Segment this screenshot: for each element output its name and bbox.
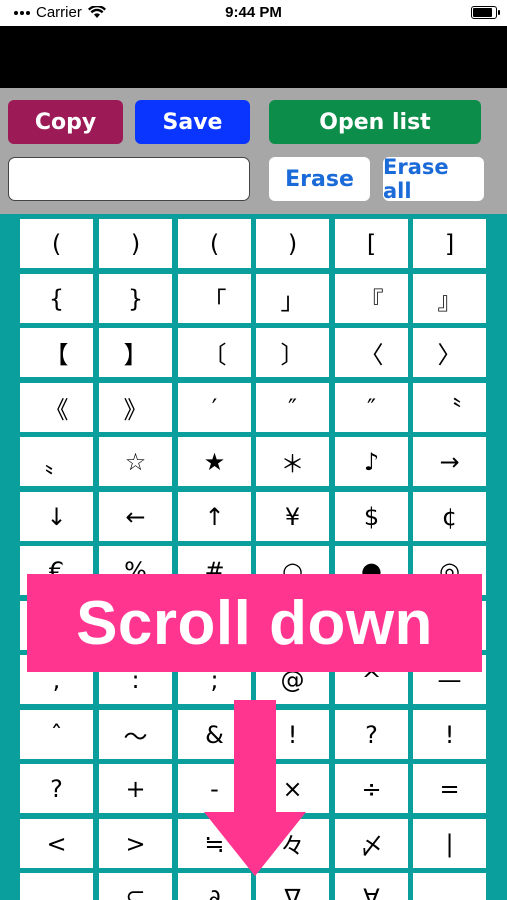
symbol-key[interactable]: $	[335, 492, 408, 541]
symbol-key[interactable]: ⊆	[99, 873, 172, 900]
open-list-button[interactable]: Open list	[269, 100, 481, 144]
symbol-key[interactable]: →	[413, 437, 486, 486]
symbol-key[interactable]: ♪	[335, 437, 408, 486]
symbol-key[interactable]: ?	[335, 710, 408, 759]
symbol-key[interactable]: 〔	[178, 328, 251, 377]
symbol-key[interactable]: ☆	[99, 437, 172, 486]
erase-button[interactable]: Erase	[269, 157, 370, 201]
symbol-key[interactable]: ″	[335, 383, 408, 432]
symbol-key[interactable]: )	[99, 219, 172, 268]
symbol-key[interactable]: ★	[178, 437, 251, 486]
symbol-text-field[interactable]	[8, 157, 250, 201]
symbol-key[interactable]: ～	[99, 710, 172, 759]
symbol-key[interactable]: ?	[20, 764, 93, 813]
symbol-key[interactable]: >	[99, 819, 172, 868]
save-button[interactable]: Save	[135, 100, 250, 144]
symbol-key[interactable]: ∀	[335, 873, 408, 900]
symbol-key[interactable]: }	[99, 274, 172, 323]
symbol-key[interactable]: )	[256, 219, 329, 268]
symbol-key[interactable]: 〆	[335, 819, 408, 868]
symbol-key[interactable]: ←	[99, 492, 172, 541]
symbol-key[interactable]: ]	[413, 219, 486, 268]
status-bar: Carrier 9:44 PM	[0, 0, 507, 26]
symbol-key[interactable]: ＊	[256, 437, 329, 486]
symbol-key[interactable]: ′	[178, 383, 251, 432]
symbol-key[interactable]: 〈	[335, 328, 408, 377]
symbol-key[interactable]: 〕	[256, 328, 329, 377]
symbol-key[interactable]: 】	[99, 328, 172, 377]
symbol-key[interactable]: {	[20, 274, 93, 323]
symbol-key[interactable]: 〟	[20, 437, 93, 486]
symbol-key[interactable]: (	[20, 219, 93, 268]
symbol-key[interactable]: ¥	[256, 492, 329, 541]
copy-button[interactable]: Copy	[8, 100, 123, 144]
symbol-key[interactable]: =	[413, 764, 486, 813]
symbol-key[interactable]: 『	[335, 274, 408, 323]
symbol-key[interactable]: ↓	[20, 492, 93, 541]
toolbar: Copy Save Open list Erase Erase all	[0, 88, 507, 214]
symbol-key[interactable]: ÷	[335, 764, 408, 813]
symbol-key[interactable]: 「	[178, 274, 251, 323]
scroll-down-banner: Scroll down	[27, 574, 482, 672]
battery-icon	[471, 6, 500, 19]
symbol-key[interactable]: (	[178, 219, 251, 268]
symbol-key[interactable]: [	[335, 219, 408, 268]
symbol-key[interactable]: 』	[413, 274, 486, 323]
symbol-key[interactable]: 》	[99, 383, 172, 432]
symbol-key[interactable]: 〉	[413, 328, 486, 377]
symbol-key[interactable]: 」	[256, 274, 329, 323]
symbol-key[interactable]: ″	[256, 383, 329, 432]
symbol-key[interactable]: !	[413, 710, 486, 759]
down-arrow-icon	[204, 700, 306, 876]
symbol-key[interactable]: 《	[20, 383, 93, 432]
erase-all-button[interactable]: Erase all	[383, 155, 484, 203]
symbol-key[interactable]: 【	[20, 328, 93, 377]
symbol-key[interactable]	[413, 873, 486, 900]
symbol-key[interactable]: ↑	[178, 492, 251, 541]
symbol-key[interactable]: ¢	[413, 492, 486, 541]
symbol-key[interactable]	[20, 873, 93, 900]
banner-text: Scroll down	[76, 588, 433, 658]
symbol-key[interactable]: |	[413, 819, 486, 868]
symbol-key[interactable]: 〝	[413, 383, 486, 432]
symbol-key[interactable]: <	[20, 819, 93, 868]
symbol-key[interactable]: ˆ	[20, 710, 93, 759]
symbol-key[interactable]: +	[99, 764, 172, 813]
black-header-bar	[0, 26, 507, 88]
status-time: 9:44 PM	[225, 4, 282, 21]
